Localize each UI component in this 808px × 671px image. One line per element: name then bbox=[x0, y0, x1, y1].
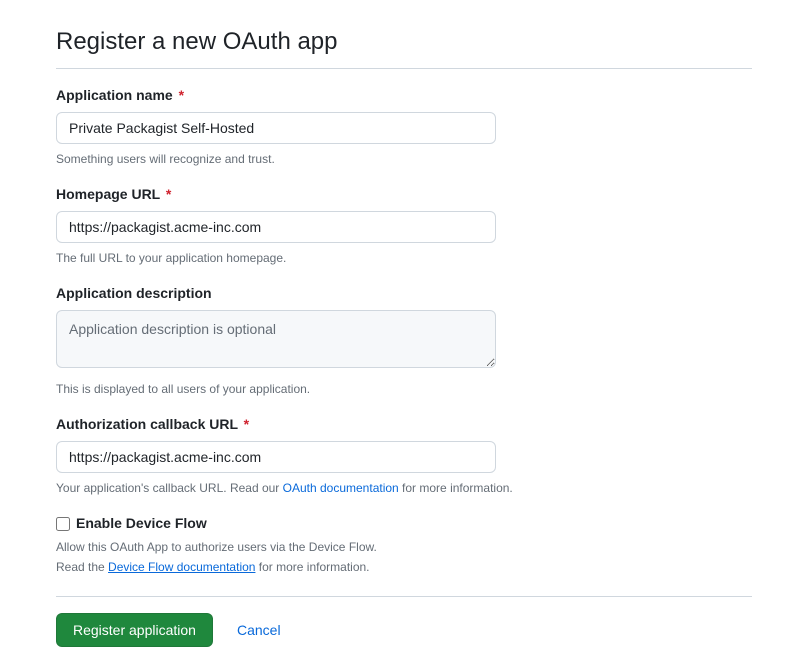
homepage-url-input[interactable] bbox=[56, 211, 496, 243]
device-flow-label[interactable]: Enable Device Flow bbox=[76, 513, 207, 534]
device-flow-note-after: for more information. bbox=[255, 560, 369, 574]
register-application-button[interactable]: Register application bbox=[56, 613, 213, 647]
callback-url-input[interactable] bbox=[56, 441, 496, 473]
device-flow-note-1: Allow this OAuth App to authorize users … bbox=[56, 538, 752, 556]
device-flow-note-before: Read the bbox=[56, 560, 108, 574]
required-asterisk: * bbox=[179, 87, 184, 103]
cancel-button[interactable]: Cancel bbox=[237, 622, 281, 638]
callback-url-label: Authorization callback URL * bbox=[56, 414, 752, 435]
device-flow-note-2: Read the Device Flow documentation for m… bbox=[56, 558, 752, 576]
device-flow-checkbox[interactable] bbox=[56, 517, 70, 531]
homepage-url-label-text: Homepage URL bbox=[56, 186, 160, 202]
app-name-input[interactable] bbox=[56, 112, 496, 144]
app-description-note: This is displayed to all users of your a… bbox=[56, 380, 752, 398]
required-asterisk: * bbox=[244, 416, 249, 432]
homepage-url-note: The full URL to your application homepag… bbox=[56, 249, 752, 267]
callback-note-before: Your application's callback URL. Read ou… bbox=[56, 481, 283, 495]
device-flow-checkbox-wrapper: Enable Device Flow bbox=[56, 513, 752, 534]
oauth-documentation-link[interactable]: OAuth documentation bbox=[283, 481, 399, 495]
app-description-label-text: Application description bbox=[56, 285, 212, 301]
app-description-textarea[interactable] bbox=[56, 310, 496, 368]
callback-url-note: Your application's callback URL. Read ou… bbox=[56, 479, 752, 497]
form-group-homepage-url: Homepage URL * The full URL to your appl… bbox=[56, 184, 752, 267]
page-title: Register a new OAuth app bbox=[56, 24, 752, 69]
form-group-callback-url: Authorization callback URL * Your applic… bbox=[56, 414, 752, 497]
app-name-label: Application name * bbox=[56, 85, 752, 106]
form-group-device-flow: Enable Device Flow Allow this OAuth App … bbox=[56, 513, 752, 576]
device-flow-documentation-link[interactable]: Device Flow documentation bbox=[108, 560, 255, 574]
app-name-note: Something users will recognize and trust… bbox=[56, 150, 752, 168]
homepage-url-label: Homepage URL * bbox=[56, 184, 752, 205]
app-name-label-text: Application name bbox=[56, 87, 173, 103]
required-asterisk: * bbox=[166, 186, 171, 202]
form-group-app-name: Application name * Something users will … bbox=[56, 85, 752, 168]
form-actions: Register application Cancel bbox=[56, 596, 752, 647]
callback-note-after: for more information. bbox=[399, 481, 513, 495]
form-group-app-description: Application description This is displaye… bbox=[56, 283, 752, 398]
callback-url-label-text: Authorization callback URL bbox=[56, 416, 238, 432]
app-description-label: Application description bbox=[56, 283, 752, 304]
